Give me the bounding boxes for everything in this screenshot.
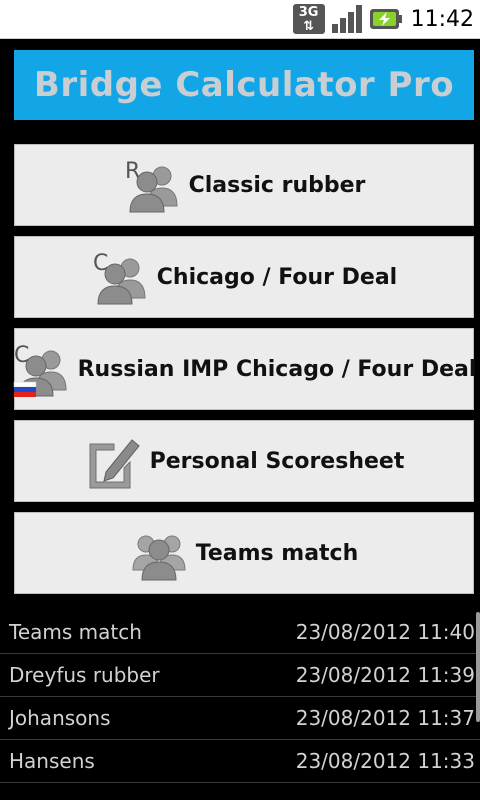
list-item[interactable]: Hansens 23/08/2012 11:33 — [0, 740, 480, 783]
network-3g-icon: 3G ⇅ — [292, 4, 325, 34]
battery-charging-icon — [369, 9, 402, 29]
chicago-players-icon: C — [93, 251, 146, 305]
list-scrollbar[interactable] — [476, 612, 480, 722]
app-title: Bridge Calculator Pro — [33, 65, 455, 105]
russian-chicago-players-icon: C — [13, 343, 67, 397]
teams-players-icon — [132, 535, 186, 581]
status-icons: 3G ⇅ 11:42 — [292, 0, 480, 38]
rubber-players-icon: R — [125, 159, 178, 213]
personal-scoresheet-button[interactable]: Personal Scoresheet — [14, 420, 474, 502]
session-date: 23/08/2012 11:39 — [295, 663, 475, 687]
list-item[interactable]: Teams match 23/08/2012 11:40 — [0, 610, 480, 654]
russian-imp-chicago-button[interactable]: C Russian IMP Chicago / Four Deal — [13, 328, 477, 410]
list-item[interactable]: Dreyfus rubber 23/08/2012 11:39 — [0, 654, 480, 697]
session-name: Johansons — [9, 706, 111, 730]
clock: 11:42 — [410, 6, 474, 32]
russian-flag-icon — [13, 381, 36, 397]
classic-rubber-label: Classic rubber — [188, 172, 366, 198]
personal-scoresheet-label: Personal Scoresheet — [149, 448, 405, 474]
chicago-four-deal-label: Chicago / Four Deal — [156, 264, 398, 290]
list-item[interactable]: Johansons 23/08/2012 11:37 — [0, 697, 480, 740]
history-list: Teams match 23/08/2012 11:40 Dreyfus rub… — [0, 610, 480, 783]
classic-rubber-button[interactable]: R Classic rubber — [14, 144, 474, 226]
session-name: Hansens — [9, 749, 95, 773]
teams-match-button[interactable]: Teams match — [14, 512, 474, 594]
session-name: Dreyfus rubber — [9, 663, 160, 687]
signal-strength-icon — [331, 5, 362, 33]
session-date: 23/08/2012 11:33 — [295, 749, 475, 773]
scoresheet-pencil-icon — [89, 439, 140, 489]
status-bar: 3G ⇅ 11:42 — [0, 0, 480, 39]
network-type: 3G — [298, 5, 319, 20]
russian-imp-chicago-label: Russian IMP Chicago / Four Deal — [77, 356, 477, 382]
session-date: 23/08/2012 11:40 — [295, 619, 475, 644]
session-name: Teams match — [9, 619, 142, 644]
app-title-bar: Bridge Calculator Pro — [14, 50, 474, 120]
teams-match-label: Teams match — [195, 540, 359, 566]
chicago-four-deal-button[interactable]: C Chicago / Four Deal — [14, 236, 474, 318]
session-date: 23/08/2012 11:37 — [295, 706, 475, 730]
